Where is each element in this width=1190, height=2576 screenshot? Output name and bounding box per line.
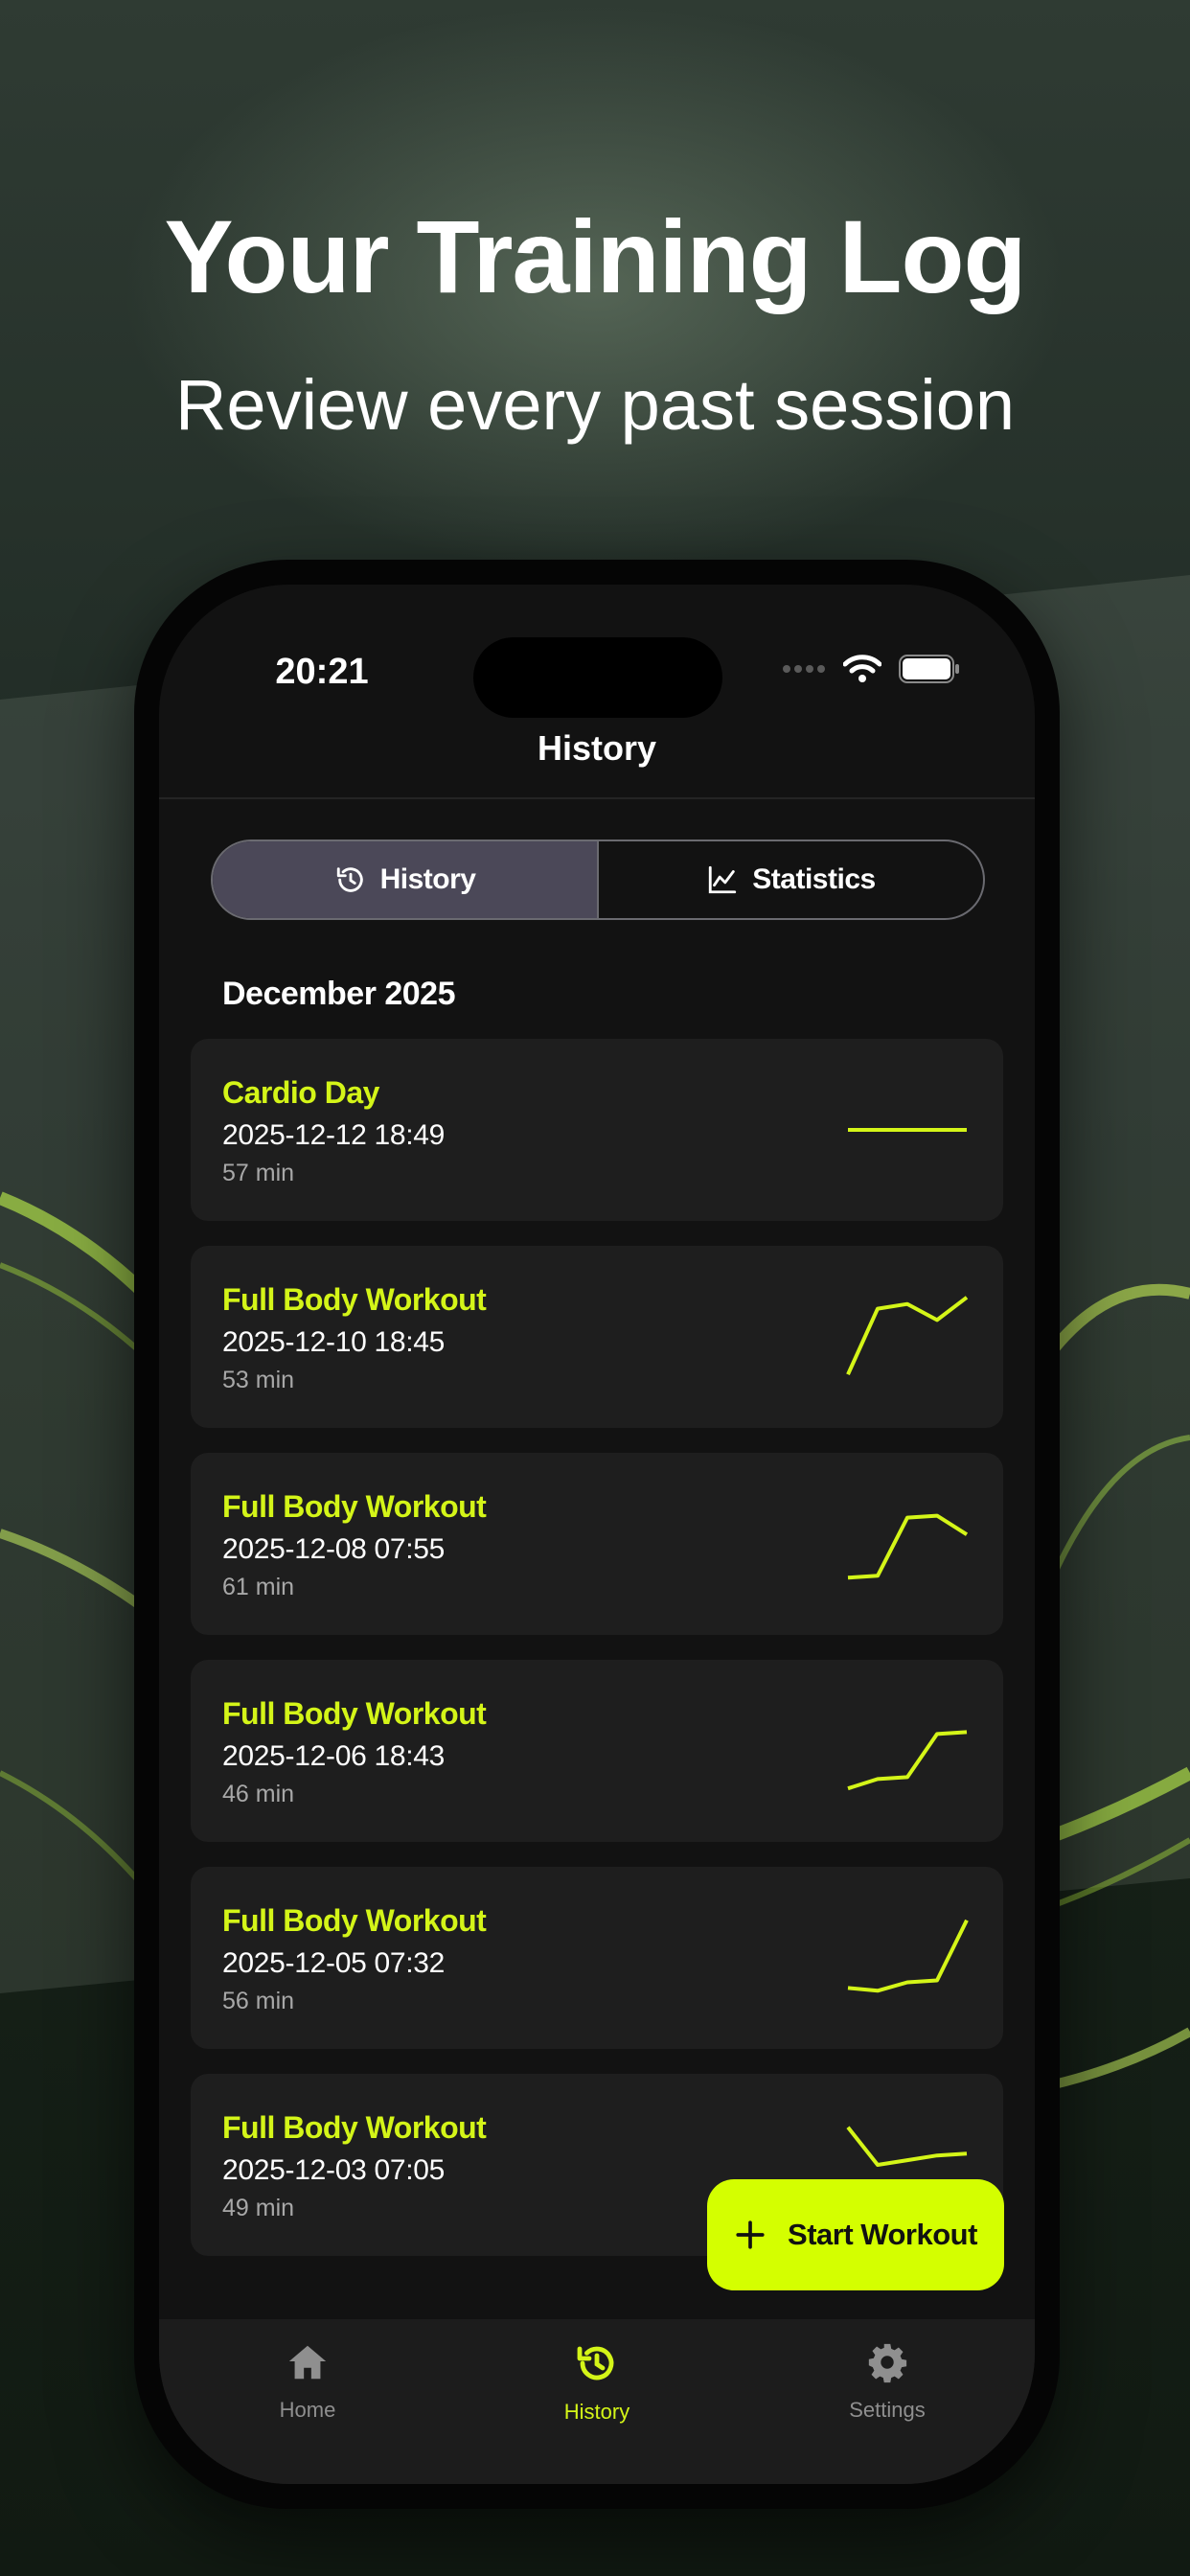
- workout-sparkline: [847, 1513, 969, 1580]
- tab-bar: Home History Settings: [159, 2319, 1035, 2484]
- chart-icon: [709, 865, 737, 894]
- workout-duration: 56 min: [222, 1988, 295, 2014]
- segment-statistics-label: Statistics: [752, 863, 876, 895]
- workout-duration: 49 min: [222, 2195, 295, 2221]
- app-screen: 20:21 History History Statistics Decembe…: [159, 585, 1035, 2484]
- sparkline-line: [847, 1513, 969, 1580]
- status-time: 20:21: [275, 652, 369, 692]
- history-icon: [336, 867, 363, 892]
- signal-icon: [783, 665, 825, 673]
- workout-datetime: 2025-12-03 07:05: [222, 2154, 446, 2186]
- workout-sparkline: [847, 1919, 969, 1993]
- sparkline-line: [847, 1730, 968, 1791]
- phone-frame: 20:21 History History Statistics Decembe…: [134, 560, 1060, 2509]
- segmented-control: History Statistics: [211, 840, 985, 920]
- marketing-subtitle: Review every past session: [174, 365, 1016, 445]
- tab-settings[interactable]: Settings: [791, 2340, 983, 2423]
- marketing-title: Your Training Log: [164, 198, 1027, 314]
- workout-duration: 46 min: [222, 1781, 295, 1807]
- tab-home-label: Home: [279, 2398, 336, 2422]
- workout-duration: 53 min: [222, 1367, 295, 1393]
- workout-name: Full Body Workout: [222, 1903, 487, 1938]
- workout-name: Full Body Workout: [222, 1696, 487, 1731]
- tab-settings-label: Settings: [849, 2398, 926, 2422]
- sparkline-line: [847, 1919, 969, 1993]
- segment-history[interactable]: History: [213, 841, 597, 918]
- segment-history-label: History: [379, 863, 476, 895]
- nav-title: History: [537, 728, 657, 768]
- workout-name: Full Body Workout: [222, 1282, 487, 1317]
- start-workout-button[interactable]: Start Workout: [707, 2179, 1004, 2290]
- workout-sparkline: [847, 1730, 968, 1791]
- segment-statistics[interactable]: Statistics: [597, 841, 983, 918]
- workout-datetime: 2025-12-05 07:32: [222, 1947, 446, 1979]
- battery-icon: [899, 655, 959, 683]
- workout-card[interactable]: Full Body Workout 2025-12-10 18:45 53 mi…: [191, 1246, 1003, 1428]
- workout-name: Full Body Workout: [222, 1489, 487, 1524]
- workout-duration: 61 min: [222, 1574, 295, 1600]
- workout-sparkline: [846, 1296, 969, 1376]
- workout-card[interactable]: Full Body Workout 2025-12-05 07:32 56 mi…: [191, 1867, 1003, 2049]
- workout-sparkline: [848, 1128, 967, 1132]
- workout-datetime: 2025-12-06 18:43: [222, 1740, 446, 1772]
- tab-history[interactable]: History: [501, 2340, 693, 2425]
- wifi-icon: [843, 655, 881, 682]
- start-workout-label: Start Workout: [788, 2218, 977, 2251]
- workout-duration: 57 min: [222, 1160, 295, 1186]
- sparkline-line: [846, 1296, 969, 1376]
- workout-datetime: 2025-12-12 18:49: [222, 1119, 446, 1151]
- status-icons: [782, 654, 960, 684]
- plus-icon: [736, 2220, 765, 2249]
- sparkline-line: [846, 2126, 968, 2167]
- workout-name: Full Body Workout: [222, 2110, 487, 2145]
- workout-name: Cardio Day: [222, 1075, 379, 1110]
- history-icon: [577, 2346, 614, 2380]
- month-header: December 2025: [222, 976, 456, 1012]
- dynamic-island: [473, 637, 722, 718]
- workout-card[interactable]: Full Body Workout 2025-12-06 18:43 46 mi…: [191, 1660, 1003, 1842]
- gear-icon: [868, 2343, 907, 2383]
- tab-history-label: History: [563, 2400, 630, 2424]
- home-icon: [288, 2345, 327, 2380]
- nav-divider: [159, 797, 1035, 799]
- workout-datetime: 2025-12-10 18:45: [222, 1326, 446, 1358]
- tab-home[interactable]: Home: [212, 2340, 403, 2423]
- workout-card[interactable]: Full Body Workout 2025-12-08 07:55 61 mi…: [191, 1453, 1003, 1635]
- workout-datetime: 2025-12-08 07:55: [222, 1533, 446, 1565]
- workout-card[interactable]: Cardio Day 2025-12-12 18:49 57 min: [191, 1039, 1003, 1221]
